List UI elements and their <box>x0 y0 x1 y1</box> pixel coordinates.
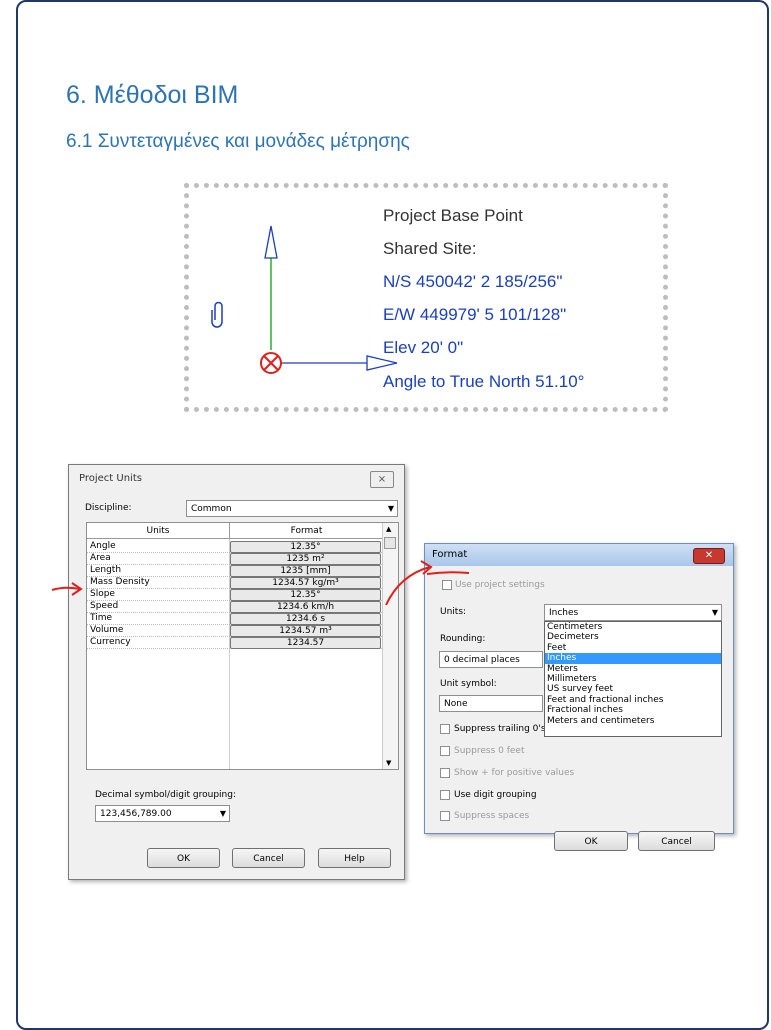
cancel-button[interactable]: Cancel <box>232 848 305 868</box>
chevron-down-icon: ▼ <box>219 809 226 818</box>
project-units-dialog: Project Units ⨯ Discipline: Common ▼ Uni… <box>68 464 405 880</box>
units-label: Units: <box>440 607 467 617</box>
suppress-zero-feet-checkbox[interactable] <box>440 746 450 756</box>
dropdown-option[interactable]: Feet <box>545 643 721 653</box>
show-plus-checkbox[interactable] <box>440 768 450 778</box>
dropdown-option[interactable]: Meters <box>545 664 721 674</box>
use-digit-grouping-checkbox[interactable] <box>440 790 450 800</box>
unit-name: Angle <box>90 541 116 551</box>
units-dropdown-list[interactable]: Centimeters Decimeters Feet Inches Meters Mil… <box>544 621 722 737</box>
unit-name: Volume <box>90 625 124 635</box>
discipline-label: Discipline: <box>85 503 132 513</box>
ok-button[interactable]: OK <box>554 831 628 851</box>
chevron-down-icon: ▼ <box>711 608 718 617</box>
section-subtitle: 6.1 Συντεταγμένες και μονάδες μέτρησης <box>66 131 410 152</box>
ns-coordinate: N/S 450042' 2 185/256" <box>383 272 563 291</box>
units-value: Inches <box>549 608 579 618</box>
ew-coordinate: E/W 449979' 5 101/128" <box>383 305 567 324</box>
format-dialog: Format ✕ Use project settings Units: Inc… <box>424 543 734 851</box>
decimal-grouping-select[interactable]: 123,456,789.00 ▼ <box>95 805 230 822</box>
column-header-format: Format <box>230 523 384 539</box>
scroll-down-icon[interactable]: ▼ <box>386 759 391 767</box>
shared-site-label: Shared Site: <box>383 239 477 258</box>
suppress-trailing-label: Suppress trailing 0's <box>454 724 546 734</box>
suppress-spaces-label: Suppress spaces <box>454 811 530 821</box>
unit-symbol-value: None <box>444 699 468 709</box>
discipline-select[interactable]: Common ▼ <box>186 500 398 517</box>
dropdown-option[interactable]: Centimeters <box>545 622 721 632</box>
unit-name: Time <box>90 613 113 623</box>
units-select[interactable]: Inches ▼ <box>544 604 722 621</box>
suppress-trailing-checkbox[interactable] <box>440 724 450 734</box>
page-title: 6. Μέθοδοι BIM <box>66 81 239 109</box>
close-button[interactable]: ⨯ <box>370 471 394 488</box>
dropdown-option[interactable]: Inches <box>545 653 721 664</box>
base-point-title: Project Base Point <box>383 206 523 225</box>
paperclip-icon <box>211 301 223 328</box>
decimal-grouping-value: 123,456,789.00 <box>100 809 172 819</box>
scroll-up-icon[interactable]: ▲ <box>386 525 391 533</box>
format-button[interactable]: 1234.57 <box>230 637 381 649</box>
dialog-title: Format <box>432 549 468 560</box>
dropdown-option[interactable]: US survey feet <box>545 684 721 694</box>
ok-button[interactable]: OK <box>147 848 220 868</box>
suppress-spaces-checkbox[interactable] <box>440 811 450 821</box>
unit-symbol-select[interactable]: None <box>439 695 543 712</box>
title-bar <box>425 544 733 566</box>
unit-name: Length <box>90 565 122 575</box>
unit-name: Speed <box>90 601 119 611</box>
unit-name: Currency <box>90 637 131 647</box>
close-button[interactable]: ✕ <box>693 548 725 564</box>
angle-true-north: Angle to True North 51.10° <box>383 372 585 391</box>
dropdown-option[interactable]: Meters and centimeters <box>545 716 721 726</box>
unit-name: Mass Density <box>90 577 150 587</box>
dropdown-option[interactable]: Millimeters <box>545 674 721 684</box>
base-point-figure: Project Base Point Shared Site: N/S 4500… <box>184 183 668 412</box>
table-scrollbar[interactable]: ▲ ▼ <box>382 523 398 769</box>
elevation: Elev 20' 0" <box>383 338 464 357</box>
rounding-value: 0 decimal places <box>444 655 520 665</box>
chevron-down-icon: ▼ <box>387 504 394 513</box>
use-project-settings-checkbox[interactable] <box>442 580 452 590</box>
dropdown-option[interactable]: Decimeters <box>545 632 721 642</box>
table-row[interactable]: Currency 1234.57 <box>87 636 384 649</box>
dropdown-option[interactable]: Feet and fractional inches <box>545 695 721 705</box>
cancel-button[interactable]: Cancel <box>638 831 715 851</box>
decimal-grouping-label: Decimal symbol/digit grouping: <box>95 790 236 800</box>
use-project-settings-label: Use project settings <box>455 580 545 590</box>
unit-symbol-label: Unit symbol: <box>440 679 497 689</box>
column-header-units: Units <box>87 523 230 539</box>
show-plus-label: Show + for positive values <box>454 768 575 778</box>
unit-name: Area <box>90 553 111 563</box>
help-button[interactable]: Help <box>318 848 391 868</box>
rounding-select[interactable]: 0 decimal places <box>439 651 543 668</box>
unit-name: Slope <box>90 589 115 599</box>
scroll-thumb[interactable] <box>384 537 396 549</box>
discipline-value: Common <box>191 504 232 514</box>
dialog-title: Project Units <box>79 473 142 484</box>
rounding-label: Rounding: <box>440 634 486 644</box>
units-table: Units Format Angle 12.35° Area 1235 m² Lengt… <box>86 522 399 770</box>
use-digit-grouping-label: Use digit grouping <box>454 790 537 800</box>
dropdown-option[interactable]: Fractional inches <box>545 705 721 715</box>
suppress-zero-feet-label: Suppress 0 feet <box>454 746 525 756</box>
